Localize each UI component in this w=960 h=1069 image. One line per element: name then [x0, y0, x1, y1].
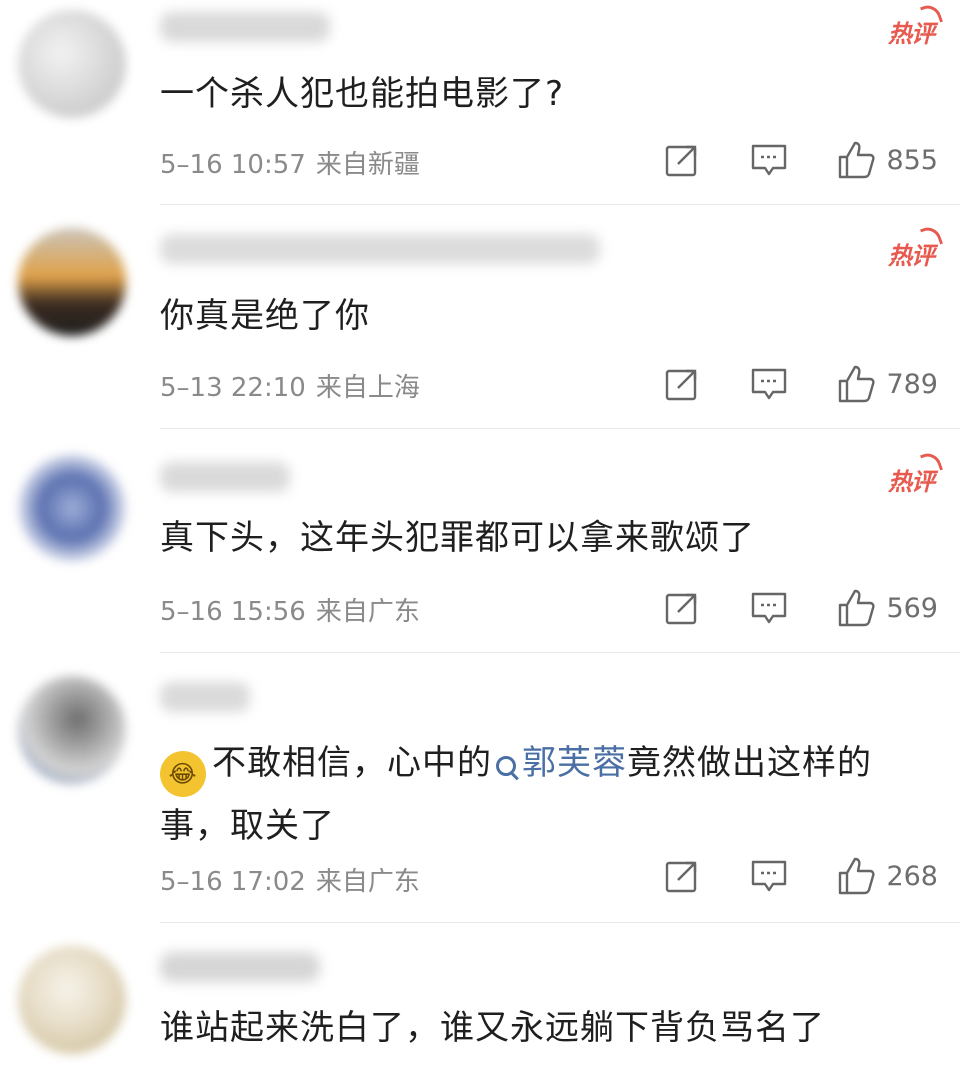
reply-button[interactable]	[750, 590, 788, 626]
comment-timestamp: 5–13 22:10	[160, 373, 306, 403]
avatar[interactable]	[18, 676, 126, 784]
topic-link-label: 郭芙蓉	[522, 743, 627, 783]
thumbs-up-icon	[839, 141, 876, 179]
comment-actions: 268	[664, 856, 938, 896]
comment-icon	[752, 144, 787, 176]
like-button[interactable]: 268	[836, 856, 938, 896]
comment-icon	[752, 592, 787, 624]
reply-button[interactable]	[750, 366, 788, 402]
hot-comment-badge: 热评	[888, 449, 944, 497]
comment-timestamp: 5–16 15:56	[160, 597, 306, 627]
avatar[interactable]	[18, 454, 126, 562]
comment-location: 来自广东	[315, 867, 420, 897]
share-icon	[666, 593, 697, 625]
comment-text: 真下头，这年头犯罪都可以拿来歌颂了	[160, 518, 755, 558]
reply-button[interactable]	[750, 142, 788, 178]
comment-location: 来自新疆	[315, 150, 420, 180]
like-count: 268	[886, 860, 938, 892]
laugh-cry-emoji: 😂	[160, 751, 206, 797]
hot-comment-badge: 热评	[888, 1, 944, 49]
username[interactable]	[160, 234, 600, 264]
comment-meta: 5–13 22:10 来自上海	[160, 367, 420, 404]
comment-feed: 热评 一个杀人犯也能拍电影了? 5–16 10:57 来自新疆 855 热评 你真…	[0, 0, 960, 1069]
comment-actions: 569	[664, 588, 938, 628]
divider	[160, 428, 960, 429]
share-icon	[666, 861, 697, 893]
username[interactable]	[160, 952, 320, 982]
divider	[160, 922, 960, 923]
avatar[interactable]	[18, 10, 126, 118]
divider	[160, 204, 960, 205]
like-count: 789	[886, 368, 938, 400]
comment-actions: 855	[664, 140, 938, 180]
like-count: 855	[886, 144, 938, 176]
comment-meta: 5–16 10:57 来自新疆	[160, 144, 420, 181]
comment-location: 来自上海	[315, 373, 420, 403]
comment-icon	[752, 860, 787, 892]
comment-meta: 5–16 17:02 来自广东	[160, 861, 420, 898]
thumbs-up-icon	[839, 589, 876, 627]
like-button[interactable]: 569	[836, 588, 938, 628]
like-count: 569	[886, 592, 938, 624]
comment-actions: 789	[664, 364, 938, 404]
share-button[interactable]	[664, 858, 700, 894]
hot-comment-badge: 热评	[888, 223, 944, 271]
share-button[interactable]	[664, 142, 700, 178]
comment-text-before: 不敢相信，心中的	[212, 743, 492, 783]
thumbs-up-icon	[839, 365, 876, 403]
reply-button[interactable]	[750, 858, 788, 894]
share-icon	[666, 145, 697, 177]
topic-link[interactable]: 郭芙蓉	[492, 743, 627, 783]
username[interactable]	[160, 12, 330, 42]
comment-location: 来自广东	[315, 597, 420, 627]
comment-text: 一个杀人犯也能拍电影了?	[160, 74, 565, 114]
thumbs-up-icon	[839, 857, 876, 895]
avatar[interactable]	[18, 228, 126, 336]
search-icon	[496, 756, 516, 776]
share-icon	[666, 369, 697, 401]
comment-timestamp: 5–16 10:57	[160, 150, 306, 180]
divider	[160, 652, 960, 653]
like-button[interactable]: 789	[836, 364, 938, 404]
comment-text: 你真是绝了你	[160, 296, 370, 336]
comment-text: 谁站起来洗白了，谁又永远躺下背负骂名了	[160, 1008, 825, 1048]
share-button[interactable]	[664, 366, 700, 402]
share-button[interactable]	[664, 590, 700, 626]
comment-timestamp: 5–16 17:02	[160, 867, 306, 897]
username[interactable]	[160, 462, 290, 492]
avatar[interactable]	[18, 946, 126, 1054]
like-button[interactable]: 855	[836, 140, 938, 180]
username[interactable]	[160, 682, 250, 712]
comment-icon	[752, 368, 787, 400]
comment-meta: 5–16 15:56 来自广东	[160, 591, 420, 628]
comment-text: 😂 不敢相信，心中的 郭芙蓉竟然做出这样的事，取关了	[160, 734, 930, 855]
